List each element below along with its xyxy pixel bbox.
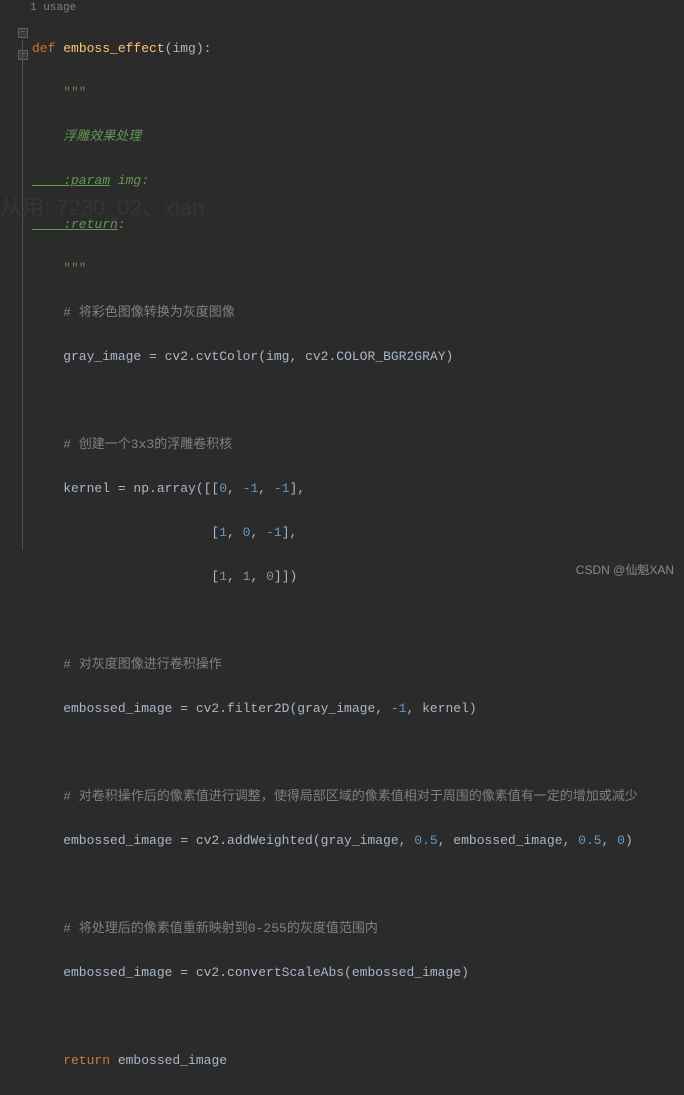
code-line: embossed_image = cv2.filter2D(gray_image… [32,698,684,720]
comment: # 创建一个3x3的浮雕卷积核 [32,437,232,452]
code-line: def emboss_effect(img): [32,38,684,60]
code-line: embossed_image = cv2.addWeighted(gray_im… [32,830,684,852]
code-line: # 创建一个3x3的浮雕卷积核 [32,434,684,456]
usage-hint: 1 usage [0,0,684,16]
comment: # 对灰度图像进行卷积操作 [32,657,222,672]
code-line: :param img: [32,170,684,192]
code-line: kernel = np.array([[0, -1, -1], [32,478,684,500]
code-line: [1, 0, -1], [32,522,684,544]
code-line: return embossed_image [32,1050,684,1072]
docstring-quote: """ [32,261,87,276]
code-line: """ [32,258,684,280]
params: (img): [165,41,212,56]
function-name: emboss_effect [63,41,164,56]
code-line: # 将彩色图像转换为灰度图像 [32,302,684,324]
comment: # 对卷积操作后的像素值进行调整，使得局部区域的像素值相对于周围的像素值有一定的… [32,789,638,804]
docstring-text: 浮雕效果处理 [32,129,141,144]
docstring-quote: """ [32,85,87,100]
code-line: # 对卷积操作后的像素值进行调整，使得局部区域的像素值相对于周围的像素值有一定的… [32,786,684,808]
code-line: embossed_image = cv2.convertScaleAbs(emb… [32,962,684,984]
code-line: :return: [32,214,684,236]
code-editor[interactable]: def emboss_effect(img): """ 浮雕效果处理 :para… [0,16,684,1094]
code-line: 浮雕效果处理 [32,126,684,148]
watermark: CSDN @仙魁XAN [576,561,674,578]
code-line: # 将处理后的像素值重新映射到0-255的灰度值范围内 [32,918,684,940]
keyword-def: def [32,41,63,56]
code-line: """ [32,82,684,104]
keyword-return: return [32,1053,118,1068]
code-line: # 对灰度图像进行卷积操作 [32,654,684,676]
docstring-text: img: [110,173,149,188]
fold-function[interactable] [18,28,28,38]
docstring-text: : [118,217,126,232]
code-line: gray_image = cv2.cvtColor(img, cv2.COLOR… [32,346,684,368]
docstring-return: :return [32,217,118,232]
return-value: embossed_image [118,1053,227,1068]
fold-docstring[interactable] [18,50,28,60]
comment: # 将彩色图像转换为灰度图像 [32,305,235,320]
comment: # 将处理后的像素值重新映射到0-255的灰度值范围内 [32,921,378,936]
docstring-param: :param [32,173,110,188]
